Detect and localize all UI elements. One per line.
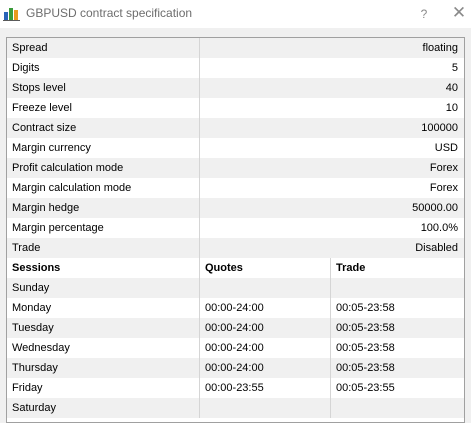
sessions-header-row: Sessions Quotes Trade bbox=[7, 258, 464, 278]
column-header-sessions: Sessions bbox=[12, 262, 61, 274]
session-quotes: 00:00-24:00 bbox=[205, 302, 264, 314]
session-row-friday: Friday 00:00-23:55 00:05-23:55 bbox=[7, 378, 464, 398]
spec-row-margin-calculation-mode: Margin calculation mode Forex bbox=[7, 178, 464, 198]
session-day: Wednesday bbox=[12, 342, 70, 354]
session-trade bbox=[336, 278, 461, 298]
session-trade: 00:05-23:58 bbox=[336, 322, 395, 334]
spec-key: Margin percentage bbox=[12, 222, 104, 234]
app-icon bbox=[3, 5, 21, 21]
dialog-body: Spread floating Digits 5 Stops level 40 … bbox=[0, 28, 471, 423]
spec-row-margin-percentage: Margin percentage 100.0% bbox=[7, 218, 464, 238]
spec-row-contract-size: Contract size 100000 bbox=[7, 118, 464, 138]
session-row-wednesday: Wednesday 00:00-24:00 00:05-23:58 bbox=[7, 338, 464, 358]
spec-row-trade: Trade Disabled bbox=[7, 238, 464, 258]
session-trade: 00:05-23:58 bbox=[336, 302, 395, 314]
spec-value: USD bbox=[434, 142, 458, 154]
spec-value: 100000 bbox=[421, 122, 458, 134]
spec-value: 50000.00 bbox=[412, 202, 458, 214]
spec-key: Freeze level bbox=[12, 102, 72, 114]
session-day: Friday bbox=[12, 382, 43, 394]
spec-value: 100.0% bbox=[420, 222, 458, 234]
spec-row-freeze-level: Freeze level 10 bbox=[7, 98, 464, 118]
spec-key: Margin currency bbox=[12, 142, 91, 154]
spec-value: Forex bbox=[429, 182, 458, 194]
session-day: Thursday bbox=[12, 362, 58, 374]
spec-key: Margin calculation mode bbox=[12, 182, 132, 194]
spec-value: floating bbox=[422, 42, 458, 54]
spec-value: 5 bbox=[451, 62, 458, 74]
session-day: Tuesday bbox=[12, 322, 54, 334]
session-row-tuesday: Tuesday 00:00-24:00 00:05-23:58 bbox=[7, 318, 464, 338]
spec-row-margin-hedge: Margin hedge 50000.00 bbox=[7, 198, 464, 218]
spec-key: Contract size bbox=[12, 122, 77, 134]
help-button[interactable]: ? bbox=[416, 0, 432, 28]
session-day: Sunday bbox=[12, 282, 50, 294]
spec-value: 10 bbox=[445, 102, 458, 114]
spec-key: Digits bbox=[12, 62, 40, 74]
session-quotes: 00:00-23:55 bbox=[205, 382, 264, 394]
spec-value: Forex bbox=[429, 162, 458, 174]
spec-key: Trade bbox=[12, 242, 41, 254]
session-quotes: 00:00-24:00 bbox=[205, 362, 264, 374]
session-row-monday: Monday 00:00-24:00 00:05-23:58 bbox=[7, 298, 464, 318]
spec-key: Spread bbox=[12, 42, 48, 54]
column-header-quotes: Quotes bbox=[205, 262, 243, 274]
session-row-thursday: Thursday 00:00-24:00 00:05-23:58 bbox=[7, 358, 464, 378]
spec-row-margin-currency: Margin currency USD bbox=[7, 138, 464, 158]
spec-key: Profit calculation mode bbox=[12, 162, 124, 174]
session-quotes bbox=[205, 278, 330, 298]
window-title: GBPUSD contract specification bbox=[26, 6, 193, 20]
session-row-sunday: Sunday bbox=[7, 278, 464, 298]
spec-row-digits: Digits 5 bbox=[7, 58, 464, 78]
session-quotes: 00:00-24:00 bbox=[205, 342, 264, 354]
spec-row-profit-calculation-mode: Profit calculation mode Forex bbox=[7, 158, 464, 178]
specification-table: Spread floating Digits 5 Stops level 40 … bbox=[6, 37, 465, 423]
title-bar: GBPUSD contract specification ? ✕ bbox=[0, 0, 471, 28]
session-trade: 00:05-23:58 bbox=[336, 362, 395, 374]
spec-key: Stops level bbox=[12, 82, 66, 94]
spec-value: Disabled bbox=[415, 242, 458, 254]
session-quotes bbox=[205, 398, 330, 418]
session-row-saturday: Saturday bbox=[7, 398, 464, 418]
spec-row-stops-level: Stops level 40 bbox=[7, 78, 464, 98]
session-trade: 00:05-23:55 bbox=[336, 382, 395, 394]
spec-key: Margin hedge bbox=[12, 202, 80, 214]
session-day: Monday bbox=[12, 302, 52, 314]
spec-value: 40 bbox=[445, 82, 458, 94]
session-day: Saturday bbox=[12, 402, 57, 414]
column-header-trade: Trade bbox=[336, 262, 366, 274]
session-trade: 00:05-23:58 bbox=[336, 342, 395, 354]
close-button[interactable]: ✕ bbox=[447, 0, 471, 28]
session-quotes: 00:00-24:00 bbox=[205, 322, 264, 334]
spec-row-spread: Spread floating bbox=[7, 38, 464, 58]
session-trade bbox=[336, 398, 461, 418]
